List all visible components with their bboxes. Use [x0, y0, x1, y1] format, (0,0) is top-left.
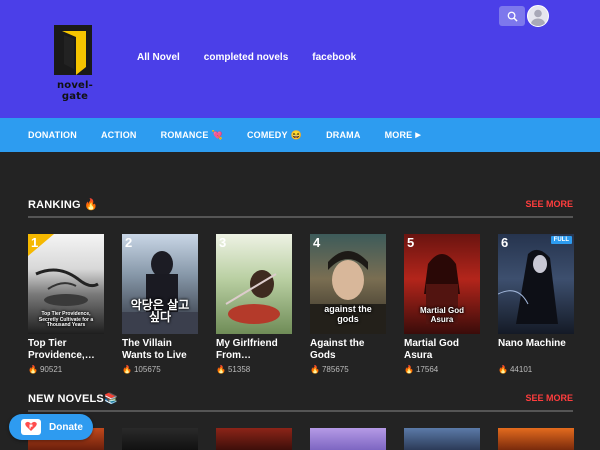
menu-action[interactable]: ACTION — [101, 130, 137, 140]
novel-cover[interactable]: 6 FULL — [498, 234, 574, 334]
novel-cover[interactable]: 4 against the gods — [310, 234, 386, 334]
menu-label: ACTION — [100, 130, 137, 140]
new-novels-section-header: NEW NOVELS📚 SEE MORE — [28, 392, 573, 412]
novel-card[interactable]: 3 My Girlfriend From… 🔥 51358 — [216, 234, 292, 374]
novel-cover[interactable] — [216, 428, 292, 450]
menu-label: COMEDY — [246, 130, 288, 140]
menu-label: ROMANCE — [160, 130, 209, 140]
rank-number: 5 — [407, 235, 415, 250]
nav-facebook[interactable]: facebook — [312, 52, 356, 63]
rank-badge: 5 — [404, 234, 430, 256]
full-badge: FULL — [550, 236, 572, 244]
fire-icon: 🔥 — [84, 199, 98, 211]
donate-button[interactable]: Donate — [9, 414, 93, 440]
menu-label: DONATION — [28, 130, 77, 140]
view-count: 🔥 51358 — [216, 365, 251, 374]
section-title: NEW NOVELS📚 — [28, 393, 118, 405]
logo-door-icon — [54, 25, 92, 75]
rank-number: 2 — [125, 235, 133, 250]
fire-icon: 🔥 — [498, 365, 508, 374]
menu-more[interactable]: MORE ▶ — [385, 130, 421, 140]
fire-icon: 🔥 — [216, 365, 226, 374]
fire-icon: 🔥 — [310, 365, 320, 374]
novel-title[interactable]: Martial God Asura — [404, 338, 480, 362]
rank-badge: 6 — [498, 234, 524, 256]
rank-badge: 4 — [310, 234, 336, 256]
fire-icon: 🔥 — [122, 365, 132, 374]
novel-cover[interactable]: 2 악당은 살고싶다 — [122, 234, 198, 334]
ranking-list: 1 Top Tier Providence, Secretly Cultivat… — [28, 234, 574, 384]
section-title: RANKING 🔥 — [28, 199, 98, 211]
menu-donation[interactable]: DONATION — [28, 130, 77, 140]
new-novels-list — [28, 428, 574, 450]
rank-number: 3 — [219, 235, 227, 250]
genre-menu: DONATION ACTION ROMANCE 💘 COMEDY 😆 DRAMA M… — [0, 118, 600, 152]
novel-cover[interactable] — [404, 428, 480, 450]
novel-title[interactable]: Against the Gods — [310, 338, 386, 362]
menu-comedy[interactable]: COMEDY 😆 — [247, 130, 302, 141]
rank-badge: 2 — [122, 234, 148, 256]
novel-cover[interactable]: 3 — [216, 234, 292, 334]
novel-card[interactable]: 5 Martial God Asura Martial God Asura 🔥 1… — [404, 234, 480, 374]
novel-title[interactable]: The Villain Wants to Live — [122, 338, 198, 362]
view-count: 🔥 17564 — [404, 365, 439, 374]
ranking-see-more-link[interactable]: SEE MORE — [525, 199, 573, 209]
rank-number: 1 — [31, 235, 39, 250]
search-button[interactable] — [499, 6, 525, 26]
menu-label: MORE — [384, 130, 413, 140]
laugh-icon: 😆 — [290, 129, 303, 140]
books-icon: 📚 — [103, 393, 118, 405]
user-icon — [531, 9, 545, 26]
cover-title: against the gods — [324, 304, 372, 324]
novel-title[interactable]: Top Tier Providence,… — [28, 338, 104, 362]
logo-text: novel-gate — [56, 80, 94, 102]
novel-card[interactable]: 6 FULL Nano Machine 🔥 44101 — [498, 234, 574, 374]
novel-cover[interactable]: 5 Martial God Asura — [404, 234, 480, 334]
novel-cover[interactable] — [498, 428, 574, 450]
fire-icon: 🔥 — [404, 365, 414, 374]
novel-card[interactable]: 2 악당은 살고싶다 The Villain Wants to Live 🔥 10… — [122, 234, 198, 374]
search-icon — [507, 11, 518, 22]
view-count: 🔥 105675 — [122, 365, 161, 374]
new-novels-see-more-link[interactable]: SEE MORE — [525, 393, 573, 403]
heart-icon: 💘 — [211, 129, 223, 140]
novel-cover[interactable] — [122, 428, 198, 450]
menu-drama[interactable]: DRAMA — [326, 130, 361, 140]
cover-title: 악당은 살고싶다 — [130, 297, 190, 325]
caret-right-icon: ▶ — [415, 132, 421, 139]
menu-label: DRAMA — [326, 130, 361, 140]
site-header: novel-gate All Novel completed novels fa… — [0, 0, 600, 118]
nav-completed-novels[interactable]: completed novels — [204, 52, 288, 63]
rank-badge: 3 — [216, 234, 242, 256]
view-count: 🔥 90521 — [28, 365, 63, 374]
site-logo[interactable]: novel-gate — [46, 23, 102, 102]
novel-title[interactable]: My Girlfriend From… — [216, 338, 292, 362]
kofi-cup-icon — [21, 419, 41, 435]
novel-title[interactable]: Nano Machine — [498, 338, 574, 362]
cover-title: Top Tier Providence, Secretly Cultivate … — [38, 311, 94, 328]
ranking-section-header: RANKING 🔥 SEE MORE — [28, 198, 573, 218]
rank-badge: 1 — [28, 234, 54, 256]
novel-card[interactable]: 1 Top Tier Providence, Secretly Cultivat… — [28, 234, 104, 374]
novel-cover[interactable] — [310, 428, 386, 450]
novel-card[interactable]: 4 against the gods Against the Gods 🔥 785… — [310, 234, 386, 374]
rank-number: 4 — [313, 235, 321, 250]
menu-romance[interactable]: ROMANCE 💘 — [161, 130, 223, 141]
view-count: 🔥 44101 — [498, 365, 533, 374]
nav-all-novel[interactable]: All Novel — [137, 52, 180, 63]
user-avatar[interactable] — [527, 5, 549, 27]
view-count: 🔥 785675 — [310, 365, 349, 374]
rank-number: 6 — [501, 235, 509, 250]
novel-cover[interactable]: 1 Top Tier Providence, Secretly Cultivat… — [28, 234, 104, 334]
cover-title: Martial God Asura — [419, 306, 464, 324]
top-nav: All Novel completed novels facebook — [137, 52, 356, 63]
donate-label: Donate — [49, 421, 83, 433]
fire-icon: 🔥 — [28, 365, 38, 374]
